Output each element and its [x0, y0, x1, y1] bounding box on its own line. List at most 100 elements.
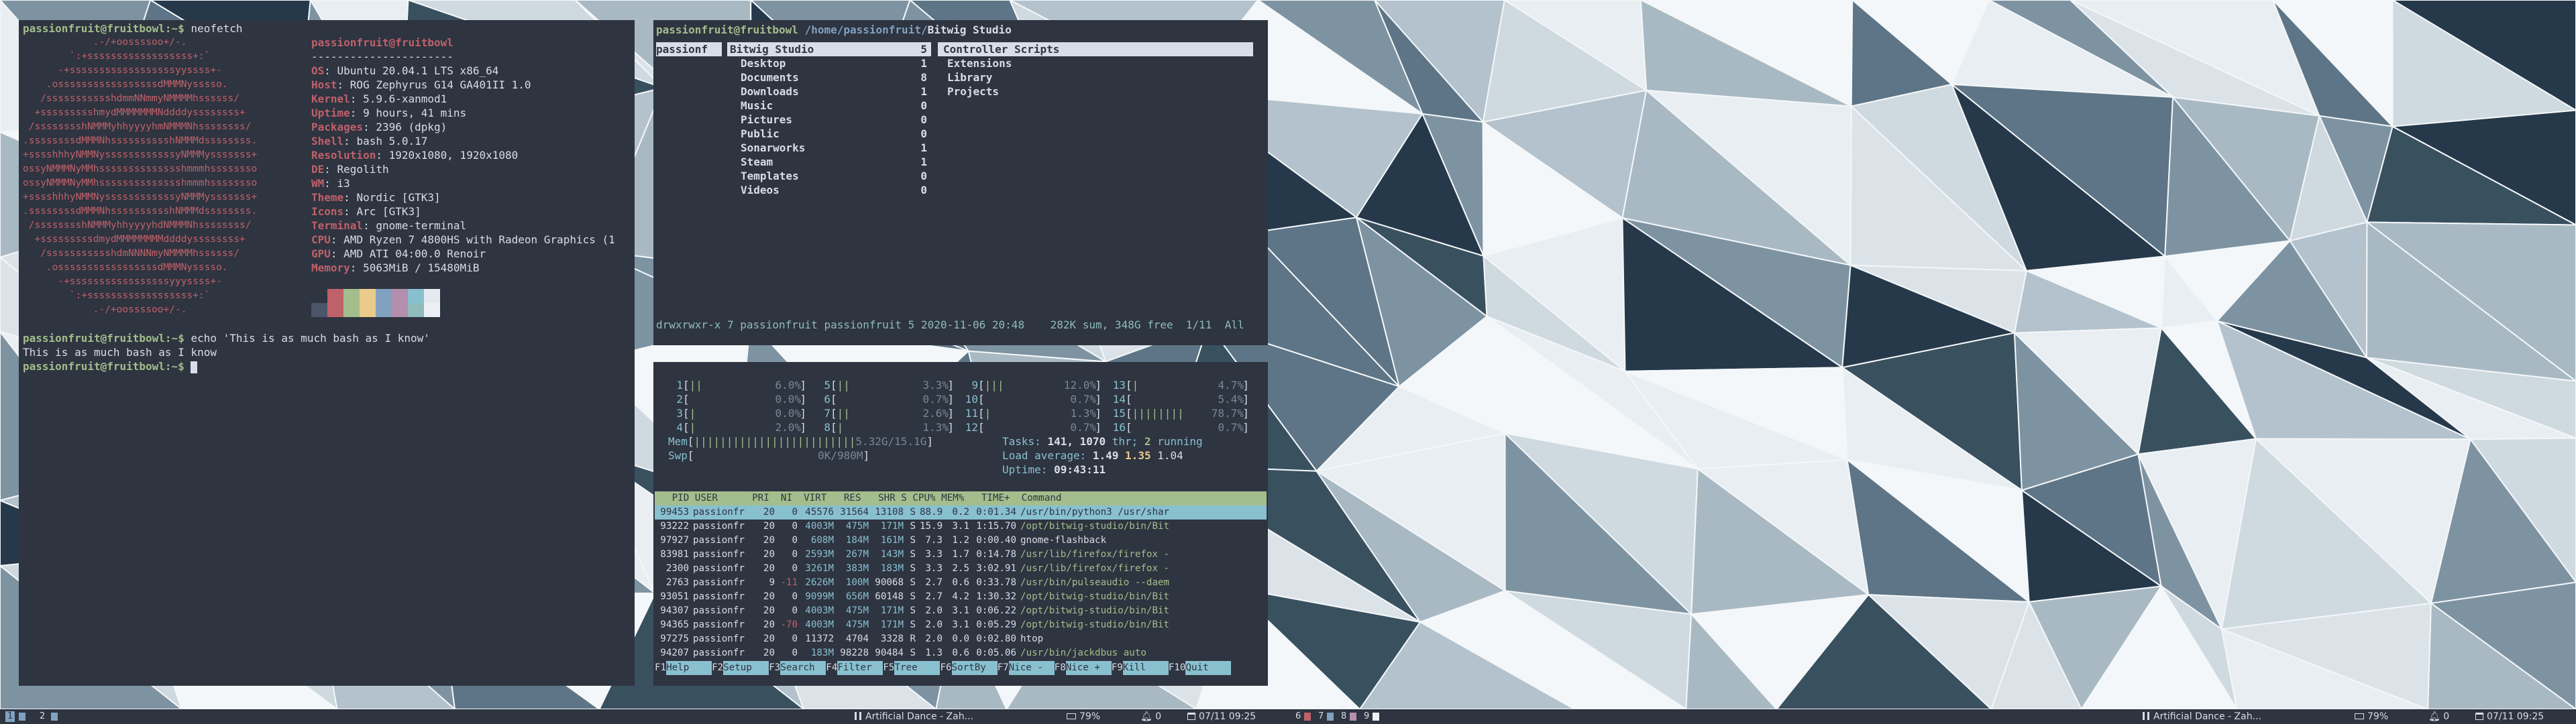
process-row[interactable]: 94207 passionfr 20 0 183M 98228 90484 S 1.3 0.6 0:… [655, 646, 1267, 660]
info-key: Kernel [311, 93, 350, 105]
process-virt: 45576 [805, 507, 834, 518]
color-palette [311, 289, 615, 317]
process-row[interactable]: 97275 passionfr 20 0 11372 4704 3328 R 2.0 0.0 0:0… [655, 632, 1267, 646]
ranger-dir-item[interactable]: Public 0 [727, 127, 931, 141]
process-row[interactable]: 94365 passionfr 20 -70 4003M 475M 171M S 2.0 3.1 0… [655, 618, 1267, 632]
process-pri: 20 [763, 619, 775, 630]
logo-line: /sssssssshNMMMyhhyyyyhmNMMMNhssssssss/ [23, 121, 252, 132]
process-cpu: 15.9 [920, 521, 943, 532]
ranger-dir-item[interactable]: Videos 0 [727, 183, 931, 197]
workspace-1[interactable]: 1 [5, 711, 15, 722]
pause-icon[interactable] [855, 712, 861, 720]
fkey-f8[interactable]: F8 [1054, 662, 1066, 673]
ranger-dir-item[interactable]: Desktop 1 [727, 56, 931, 70]
process-row[interactable]: 93051 passionfr 20 0 9099M 656M 60148 S 2.7 4.2 1:… [655, 590, 1267, 604]
htop-process-monitor[interactable]: 1[|| 6.0%] 2[0.0%] 3[| 0.0%] 4[| 2.0%] 5[|| 3.3%… [653, 362, 1268, 686]
ranger-current-column[interactable]: Bitwig Studio 5 Desktop 1 Documents 8 Download… [727, 42, 931, 197]
ranger-dir-item[interactable]: Downloads 1 [727, 84, 931, 99]
process-row[interactable]: 93222 passionfr 20 0 4003M 475M 171M S 15.9 3.1 1:… [655, 520, 1267, 534]
process-shr: 90484 [875, 648, 904, 658]
volume-right[interactable]: 79% [2355, 709, 2388, 724]
process-user: passionfr [693, 605, 745, 616]
ranger-dir-item[interactable]: Documents 8 [727, 70, 931, 84]
load-average: Load average: 1.49 1.35 1.04 [1002, 449, 1183, 462]
bell-icon: 🔔︎ [1140, 711, 1152, 722]
ranger-preview-item[interactable]: Controller Scripts [938, 42, 1253, 56]
ranger-file-manager[interactable]: passionfruit@fruitbowl /home/passionfrui… [653, 20, 1268, 345]
fkey-label[interactable]: Search [780, 661, 826, 675]
ranger-preview-item[interactable]: Projects [938, 84, 1265, 99]
notifications-right[interactable]: 🔔︎ 0 [2428, 709, 2449, 724]
process-res: 383M [845, 563, 869, 574]
info-key: CPU [311, 233, 331, 246]
ranger-dir-item[interactable]: Sonarworks 1 [727, 141, 931, 155]
ranger-preview-column[interactable]: Controller Scripts Extensions Library Proje… [938, 42, 1265, 99]
battery-icon [2355, 713, 2364, 719]
fkey-f7[interactable]: F7 [997, 662, 1009, 673]
process-pid: 97275 [660, 634, 689, 644]
ranger-dir-item[interactable]: Pictures 0 [727, 113, 931, 127]
notifications-left[interactable]: 🔔︎ 0 [1140, 709, 1161, 724]
htop-function-bar[interactable]: F1Help F2Setup F3Search F4Filter F5Tree F6… [655, 661, 1267, 675]
workspace-2[interactable]: 2 [38, 711, 47, 722]
fkey-f5[interactable]: F5 [883, 662, 895, 673]
ranger-parent-item[interactable]: passionf [656, 42, 722, 56]
process-user: passionfr [693, 577, 745, 588]
ranger-dir-item[interactable]: Steam 1 [727, 155, 931, 169]
ranger-dir-item[interactable]: Templates 0 [727, 169, 931, 183]
fkey-label[interactable]: Nice - [1008, 661, 1055, 675]
logo-line: ossyNMMMNyMMhsssssssssssssshmmmhssssssso [23, 178, 258, 188]
process-table[interactable]: 99453 passionfr 20 0 45576 31564 13108 S 88.9 0.2… [655, 505, 1267, 660]
process-row[interactable]: 2763 passionfr 9 -11 2626M 100M 90068 S 2.7 0.6 0:… [655, 576, 1267, 590]
command-text: neofetch [191, 22, 243, 35]
workspace-8[interactable]: 8 [1339, 711, 1348, 722]
fkey-label[interactable]: Kill [1122, 661, 1169, 675]
fkey-f6[interactable]: F6 [940, 662, 952, 673]
pause-icon[interactable] [2143, 712, 2149, 720]
ranger-preview-item[interactable]: Extensions [938, 56, 1265, 70]
process-cmd: /usr/bin/jackdbus auto [1020, 648, 1146, 658]
terminal-window[interactable]: passionfruit@fruitbowl:~$ neofetch .-/+o… [19, 20, 635, 686]
workspace-indicator [19, 713, 25, 721]
ranger-preview-item[interactable]: Library [938, 70, 1265, 84]
fkey-f4[interactable]: F4 [826, 662, 838, 673]
media-player-left[interactable]: Artificial Dance - Zah... [855, 709, 973, 724]
process-mem: 0.6 [952, 648, 969, 658]
process-virt: 2626M [805, 577, 834, 588]
workspace-6[interactable]: 6 [1293, 711, 1303, 722]
fkey-label[interactable]: Tree [894, 661, 941, 675]
process-shr: 13108 [875, 507, 904, 518]
process-row[interactable]: 94307 passionfr 20 0 4003M 475M 171M S 2.0 3.1 0:0… [655, 604, 1267, 618]
process-row[interactable]: 2300 passionfr 20 0 3261M 383M 183M S 3.3 2.5 3:02… [655, 562, 1267, 576]
process-pri: 20 [763, 507, 775, 518]
process-row[interactable]: 97927 passionfr 20 0 608M 184M 161M S 7.3 1.2 0:00… [655, 534, 1267, 548]
fkey-f3[interactable]: F3 [769, 662, 781, 673]
process-table-header[interactable]: PID USER PRI NI VIRT RES SHR S CPU% MEM%… [655, 491, 1267, 505]
fkey-label[interactable]: Quit [1185, 661, 1232, 675]
fkey-label[interactable]: SortBy [951, 661, 998, 675]
fkey-f2[interactable]: F2 [712, 662, 724, 673]
info-line: Resolution: 1920x1080, 1920x1080 [311, 149, 519, 162]
workspace-9[interactable]: 9 [1362, 711, 1371, 722]
volume-left[interactable]: 79% [1067, 709, 1100, 724]
logo-line: .ssssssssdMMMNhsssssssssshNMMMdssssssss. [23, 135, 258, 146]
process-row[interactable]: 83981 passionfr 20 0 2593M 267M 143M S 3.3 1.7 0:1… [655, 548, 1267, 562]
clock-left[interactable]: 07/11 09:25 [1187, 709, 1256, 724]
ranger-parent-column[interactable]: passionf [656, 42, 722, 56]
fkey-label[interactable]: Filter [837, 661, 883, 675]
fkey-f1[interactable]: F1 [655, 662, 667, 673]
process-s: S [910, 577, 916, 588]
ranger-dir-item[interactable]: Music 0 [727, 99, 931, 113]
fkey-label[interactable]: Nice + [1065, 661, 1112, 675]
process-row[interactable]: 99453 passionfr 20 0 45576 31564 13108 S 88.9 0.2… [655, 505, 1267, 520]
process-ni: 0 [792, 549, 798, 560]
fkey-f10[interactable]: F10 [1168, 662, 1186, 673]
workspace-7[interactable]: 7 [1316, 711, 1326, 722]
fkey-label[interactable]: Setup [723, 661, 769, 675]
ranger-dir-item[interactable]: Bitwig Studio 5 [727, 42, 931, 56]
clock-right[interactable]: 07/11 09:25 [2475, 709, 2544, 724]
media-player-right[interactable]: Artificial Dance - Zah... [2143, 709, 2261, 724]
fkey-label[interactable]: Help [666, 661, 712, 675]
fkey-f9[interactable]: F9 [1111, 662, 1123, 673]
process-cpu: 2.0 [925, 619, 943, 630]
